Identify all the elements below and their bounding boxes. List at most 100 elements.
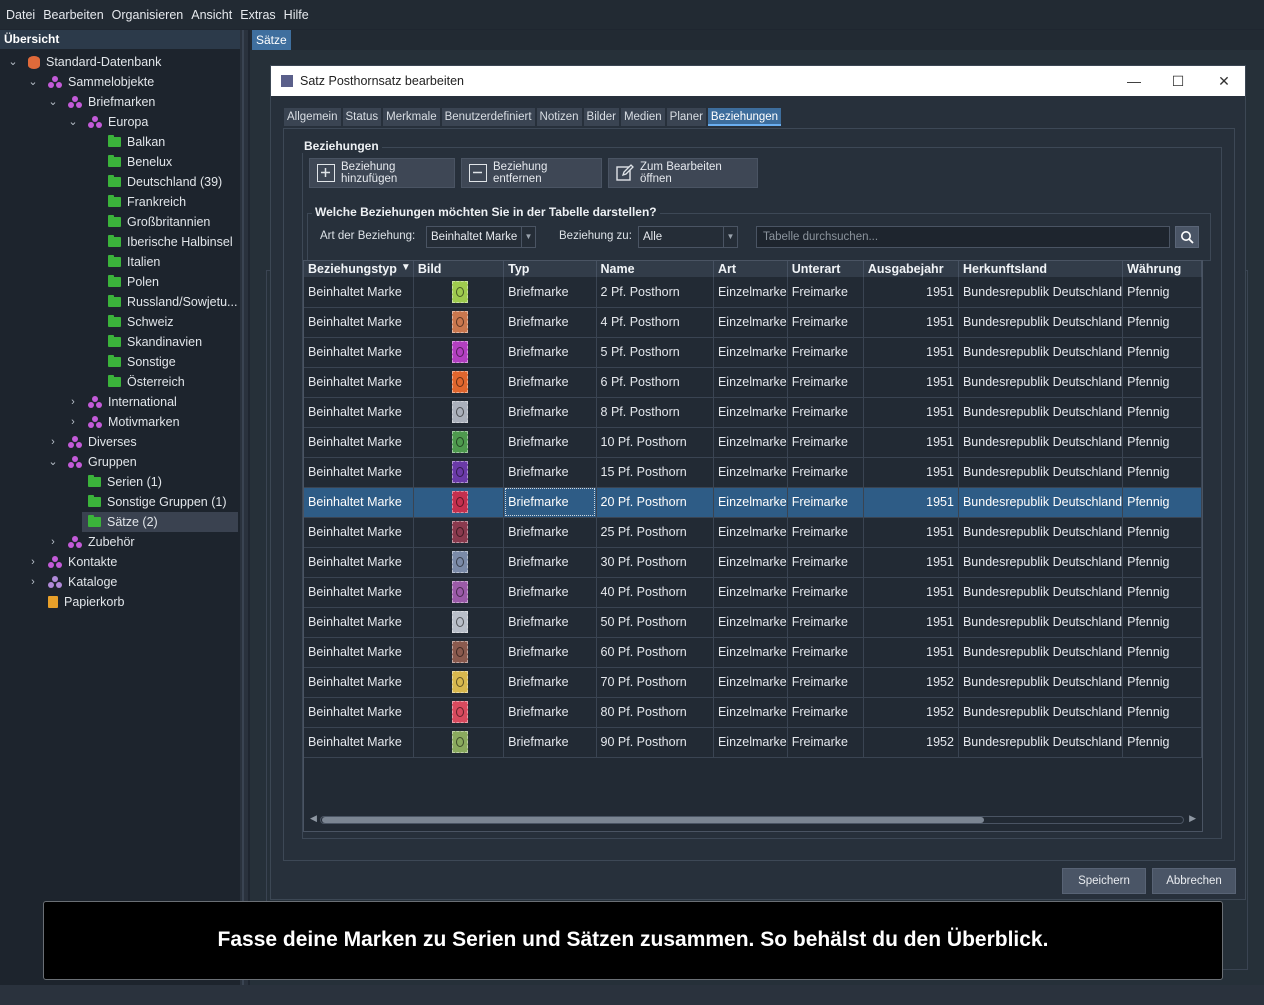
- tree-item[interactable]: › Diverses: [0, 432, 238, 452]
- table-row[interactable]: Beinhaltet Marke Briefmarke 90 Pf. Posthor…: [304, 727, 1202, 758]
- remove-relation-button[interactable]: Beziehung entfernen: [461, 158, 602, 188]
- tree-item[interactable]: ⌄ Sammelobjekte: [0, 72, 238, 92]
- column-header[interactable]: Art: [713, 261, 788, 277]
- column-header[interactable]: Beziehungstyp ▼: [304, 261, 414, 277]
- stamp-thumbnail: [413, 397, 505, 428]
- table-search-input[interactable]: Tabelle durchsuchen...: [756, 226, 1170, 248]
- tab-medien[interactable]: Medien: [620, 108, 665, 126]
- relation-type-select[interactable]: Beinhaltet Marke ▼: [426, 226, 536, 248]
- table-row[interactable]: Beinhaltet Marke Briefmarke 8 Pf. Posthorn…: [304, 397, 1202, 428]
- tree-item[interactable]: ⌄ Europa: [0, 112, 238, 132]
- tree-item[interactable]: Italien: [0, 252, 238, 272]
- table-row[interactable]: Beinhaltet Marke Briefmarke 60 Pf. Posthor…: [304, 637, 1202, 668]
- overview-panel: Übersicht ⌄ Standard-Datenbank ⌄ Sammelobje…: [0, 30, 240, 985]
- tree-item[interactable]: Benelux: [0, 152, 238, 172]
- tree-item[interactable]: Schweiz: [0, 312, 238, 332]
- tree-item[interactable]: Großbritannien: [0, 212, 238, 232]
- horizontal-scrollbar[interactable]: ◀ ▶: [310, 813, 1196, 825]
- tree-item[interactable]: Russland/Sowjetu...: [0, 292, 238, 312]
- chevron-down-icon[interactable]: ⌄: [48, 97, 58, 108]
- column-header[interactable]: Ausgabejahr: [863, 261, 959, 277]
- tree-item[interactable]: Papierkorb: [0, 592, 238, 612]
- add-relation-button[interactable]: Beziehung hinzufügen: [309, 158, 455, 188]
- tree-item[interactable]: › Motivmarken: [0, 412, 238, 432]
- table-row[interactable]: Beinhaltet Marke Briefmarke 80 Pf. Posthor…: [304, 697, 1202, 728]
- table-row[interactable]: Beinhaltet Marke Briefmarke 70 Pf. Posthor…: [304, 667, 1202, 698]
- chevron-down-icon[interactable]: ⌄: [8, 57, 18, 68]
- close-icon[interactable]: ✕: [1201, 66, 1247, 96]
- chevron-down-icon[interactable]: ⌄: [48, 457, 58, 468]
- menu-item-1[interactable]: Bearbeiten: [39, 8, 107, 22]
- tree-item[interactable]: Serien (1): [0, 472, 238, 492]
- tab-beziehungen[interactable]: Beziehungen: [707, 108, 782, 126]
- tree-item[interactable]: ⌄ Gruppen: [0, 452, 238, 472]
- tree-item[interactable]: Sonstige: [0, 352, 238, 372]
- tab-notizen[interactable]: Notizen: [536, 108, 582, 126]
- tree-item[interactable]: Iberische Halbinsel: [0, 232, 238, 252]
- tree-item[interactable]: Balkan: [0, 132, 238, 152]
- tab-saetze[interactable]: Sätze: [252, 30, 291, 50]
- scroll-right-icon[interactable]: ▶: [1189, 813, 1196, 824]
- menu-item-5[interactable]: Hilfe: [280, 8, 313, 22]
- table-row[interactable]: Beinhaltet Marke Briefmarke 40 Pf. Posthor…: [304, 577, 1202, 608]
- tree-item[interactable]: ⌄ Briefmarken: [0, 92, 238, 112]
- table-row[interactable]: Beinhaltet Marke Briefmarke 4 Pf. Posthorn…: [304, 307, 1202, 338]
- tree-item[interactable]: › Kontakte: [0, 552, 238, 572]
- tab-planer[interactable]: Planer: [666, 108, 706, 126]
- chevron-right-icon[interactable]: ›: [28, 577, 38, 588]
- tab-status[interactable]: Status: [342, 108, 382, 126]
- tree-item[interactable]: Polen: [0, 272, 238, 292]
- column-header[interactable]: Bild: [413, 261, 505, 277]
- open-for-edit-button[interactable]: Zum Bearbeiten öffnen: [608, 158, 758, 188]
- table-row[interactable]: Beinhaltet Marke Briefmarke 20 Pf. Posthor…: [304, 487, 1202, 518]
- scroll-left-icon[interactable]: ◀: [310, 813, 317, 824]
- minimize-icon[interactable]: —: [1111, 66, 1157, 96]
- column-header[interactable]: Währung: [1122, 261, 1202, 277]
- scrollbar-thumb[interactable]: [322, 817, 984, 823]
- chevron-right-icon[interactable]: ›: [48, 437, 58, 448]
- menu-item-4[interactable]: Extras: [236, 8, 279, 22]
- tab-bilder[interactable]: Bilder: [583, 108, 619, 126]
- menu-item-2[interactable]: Organisieren: [108, 8, 188, 22]
- table-cell: Briefmarke: [503, 427, 597, 458]
- tree-item[interactable]: Skandinavien: [0, 332, 238, 352]
- column-header[interactable]: Herkunftsland: [958, 261, 1124, 277]
- chevron-right-icon[interactable]: ›: [68, 397, 78, 408]
- table-row[interactable]: Beinhaltet Marke Briefmarke 5 Pf. Posthorn…: [304, 337, 1202, 368]
- tab-benutzerdefiniert[interactable]: Benutzerdefiniert: [441, 108, 535, 126]
- tab-allgemein[interactable]: Allgemein: [284, 108, 341, 126]
- tree-item[interactable]: ⌄ Standard-Datenbank: [0, 52, 238, 72]
- table-row[interactable]: Beinhaltet Marke Briefmarke 30 Pf. Posthor…: [304, 547, 1202, 578]
- menu-item-3[interactable]: Ansicht: [187, 8, 236, 22]
- chevron-down-icon[interactable]: ⌄: [28, 77, 38, 88]
- table-row[interactable]: Beinhaltet Marke Briefmarke 2 Pf. Posthorn…: [304, 277, 1202, 308]
- tree-item[interactable]: Sätze (2): [82, 512, 238, 532]
- menu-item-0[interactable]: Datei: [2, 8, 39, 22]
- table-row[interactable]: Beinhaltet Marke Briefmarke 50 Pf. Posthor…: [304, 607, 1202, 638]
- table-row[interactable]: Beinhaltet Marke Briefmarke 6 Pf. Posthorn…: [304, 367, 1202, 398]
- column-header[interactable]: Name: [596, 261, 714, 277]
- chevron-down-icon[interactable]: ⌄: [68, 117, 78, 128]
- table-row[interactable]: Beinhaltet Marke Briefmarke 25 Pf. Posthor…: [304, 517, 1202, 548]
- relation-to-select[interactable]: Alle ▼: [638, 226, 738, 248]
- tree-item[interactable]: Österreich: [0, 372, 238, 392]
- column-header[interactable]: Unterart: [787, 261, 864, 277]
- column-header[interactable]: Typ: [503, 261, 597, 277]
- panel-splitter[interactable]: [240, 30, 248, 985]
- tree-item[interactable]: Deutschland (39): [0, 172, 238, 192]
- tree-item[interactable]: › Kataloge: [0, 572, 238, 592]
- save-button[interactable]: Speichern: [1062, 868, 1146, 894]
- tree-item[interactable]: Frankreich: [0, 192, 238, 212]
- tab-merkmale[interactable]: Merkmale: [383, 108, 440, 126]
- table-row[interactable]: Beinhaltet Marke Briefmarke 10 Pf. Posthor…: [304, 427, 1202, 458]
- chevron-right-icon[interactable]: ›: [28, 557, 38, 568]
- table-row[interactable]: Beinhaltet Marke Briefmarke 15 Pf. Posthor…: [304, 457, 1202, 488]
- search-button[interactable]: [1175, 226, 1199, 248]
- cancel-button[interactable]: Abbrechen: [1152, 868, 1236, 894]
- tree-item[interactable]: › Zubehör: [0, 532, 238, 552]
- tree-item[interactable]: Sonstige Gruppen (1): [0, 492, 238, 512]
- maximize-icon[interactable]: ☐: [1155, 66, 1201, 96]
- tree-item[interactable]: › International: [0, 392, 238, 412]
- chevron-right-icon[interactable]: ›: [48, 537, 58, 548]
- chevron-right-icon[interactable]: ›: [68, 417, 78, 428]
